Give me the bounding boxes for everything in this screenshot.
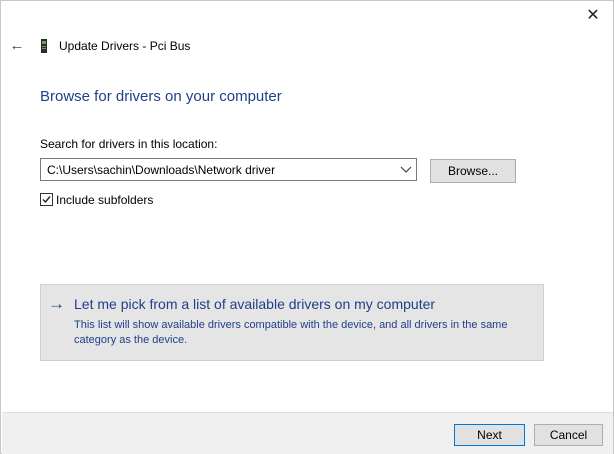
close-icon: ✕	[586, 7, 600, 24]
pick-option-description: This list will show available drivers co…	[74, 319, 508, 346]
dialog-footer: Next Cancel	[2, 412, 613, 454]
driver-path-value: C:\Users\sachin\Downloads\Network driver	[47, 163, 276, 177]
pick-option-title: Let me pick from a list of available dri…	[74, 296, 436, 312]
window-title: Update Drivers - Pci Bus	[59, 39, 191, 53]
include-subfolders-label[interactable]: Include subfolders	[56, 193, 153, 207]
include-subfolders-checkbox[interactable]	[40, 193, 53, 206]
next-button[interactable]: Next	[454, 424, 525, 446]
chevron-down-icon[interactable]	[398, 159, 414, 180]
back-arrow-icon: ←	[9, 37, 25, 54]
cancel-button[interactable]: Cancel	[534, 424, 603, 446]
checkmark-icon	[42, 196, 51, 204]
close-button[interactable]: ✕	[581, 5, 605, 27]
arrow-right-icon: →	[48, 294, 65, 313]
browse-button[interactable]: Browse...	[430, 159, 516, 183]
pick-from-list-option[interactable]: → Let me pick from a list of available d…	[40, 284, 544, 361]
device-icon	[41, 39, 47, 53]
page-heading: Browse for drivers on your computer	[40, 88, 282, 105]
search-location-label: Search for drivers in this location:	[40, 137, 218, 151]
back-button[interactable]: ←	[7, 36, 27, 56]
driver-path-combobox[interactable]: C:\Users\sachin\Downloads\Network driver	[40, 158, 417, 181]
update-drivers-window: ✕ ← Update Drivers - Pci Bus Browse for …	[0, 0, 614, 454]
